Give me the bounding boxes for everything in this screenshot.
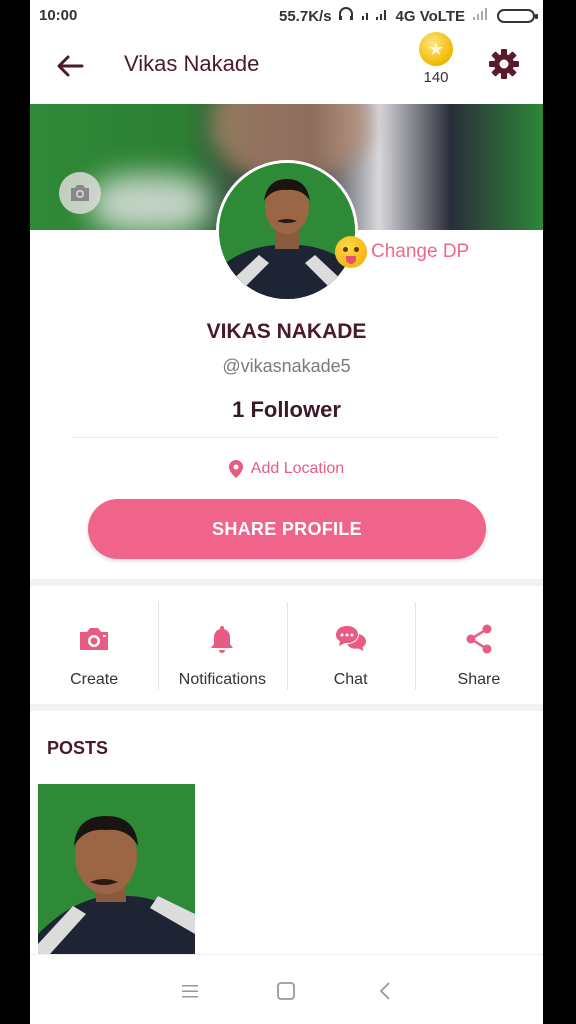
camera-icon (71, 185, 89, 201)
notifications-button[interactable]: Notifications (158, 592, 286, 704)
app-bar: Vikas Nakade ★ 140 (30, 32, 543, 104)
coin-count: 140 (423, 69, 449, 86)
profile-name: VIKAS NAKADE (206, 320, 367, 343)
post-thumbnail[interactable] (38, 784, 195, 954)
share-label: Share (457, 671, 501, 688)
notifications-label: Notifications (178, 671, 266, 688)
section-separator (30, 704, 543, 711)
coin-icon: ★ (419, 32, 453, 66)
chat-icon (335, 622, 367, 656)
home-icon (277, 982, 295, 1000)
followers-count[interactable]: 1 Follower (30, 397, 543, 423)
signal-icon (360, 7, 390, 25)
camera-icon (78, 622, 110, 656)
profile-handle: @vikasnakade5 (222, 356, 351, 376)
page-title: Vikas Nakade (124, 51, 260, 76)
net-speed: 55.7K/s (279, 7, 332, 25)
arrow-back-icon (57, 55, 84, 77)
location-pin-icon (228, 460, 243, 478)
share-icon (465, 622, 493, 656)
create-button[interactable]: Create (30, 592, 158, 704)
status-right: 55.7K/s 4G VoLTE (279, 7, 538, 25)
bell-icon (209, 622, 235, 656)
headphone-icon (338, 7, 354, 25)
coin-balance[interactable]: ★ 140 (416, 32, 456, 86)
avatar[interactable] (216, 160, 358, 302)
settings-button[interactable] (486, 46, 522, 82)
create-label: Create (70, 671, 119, 688)
system-nav-bar (30, 954, 543, 1024)
change-dp-button[interactable]: Change DP (335, 236, 469, 268)
system-back-button[interactable] (371, 977, 399, 1005)
add-location-label: Add Location (250, 460, 345, 477)
back-icon (379, 982, 390, 1000)
chat-label: Chat (333, 671, 368, 688)
network-type: 4G VoLTE (395, 7, 465, 25)
section-separator (30, 579, 543, 586)
chat-button[interactable]: Chat (286, 592, 415, 704)
share-button[interactable]: Share (414, 592, 543, 704)
action-row: Create Notifications Chat Share (30, 592, 543, 704)
cover-camera-button[interactable] (59, 172, 101, 214)
home-button[interactable] (272, 977, 300, 1005)
gear-icon (489, 49, 519, 79)
status-time: 10:00 (39, 7, 78, 24)
status-bar: 10:00 55.7K/s 4G VoLTE (30, 0, 543, 32)
emoji-icon (335, 236, 367, 268)
add-location-button[interactable]: Add Location (30, 460, 543, 478)
divider (72, 437, 498, 438)
menu-button[interactable] (176, 977, 204, 1005)
change-dp-label: Change DP (371, 241, 470, 262)
signal2-icon (471, 7, 491, 25)
back-button[interactable] (52, 48, 88, 84)
menu-icon (182, 985, 198, 998)
phone-screen: 10:00 55.7K/s 4G VoLTE Vikas Nakade ★ 14… (30, 0, 543, 1024)
share-profile-button[interactable]: SHARE PROFILE (88, 499, 486, 559)
posts-title: POSTS (47, 738, 109, 758)
battery-icon (497, 9, 538, 23)
